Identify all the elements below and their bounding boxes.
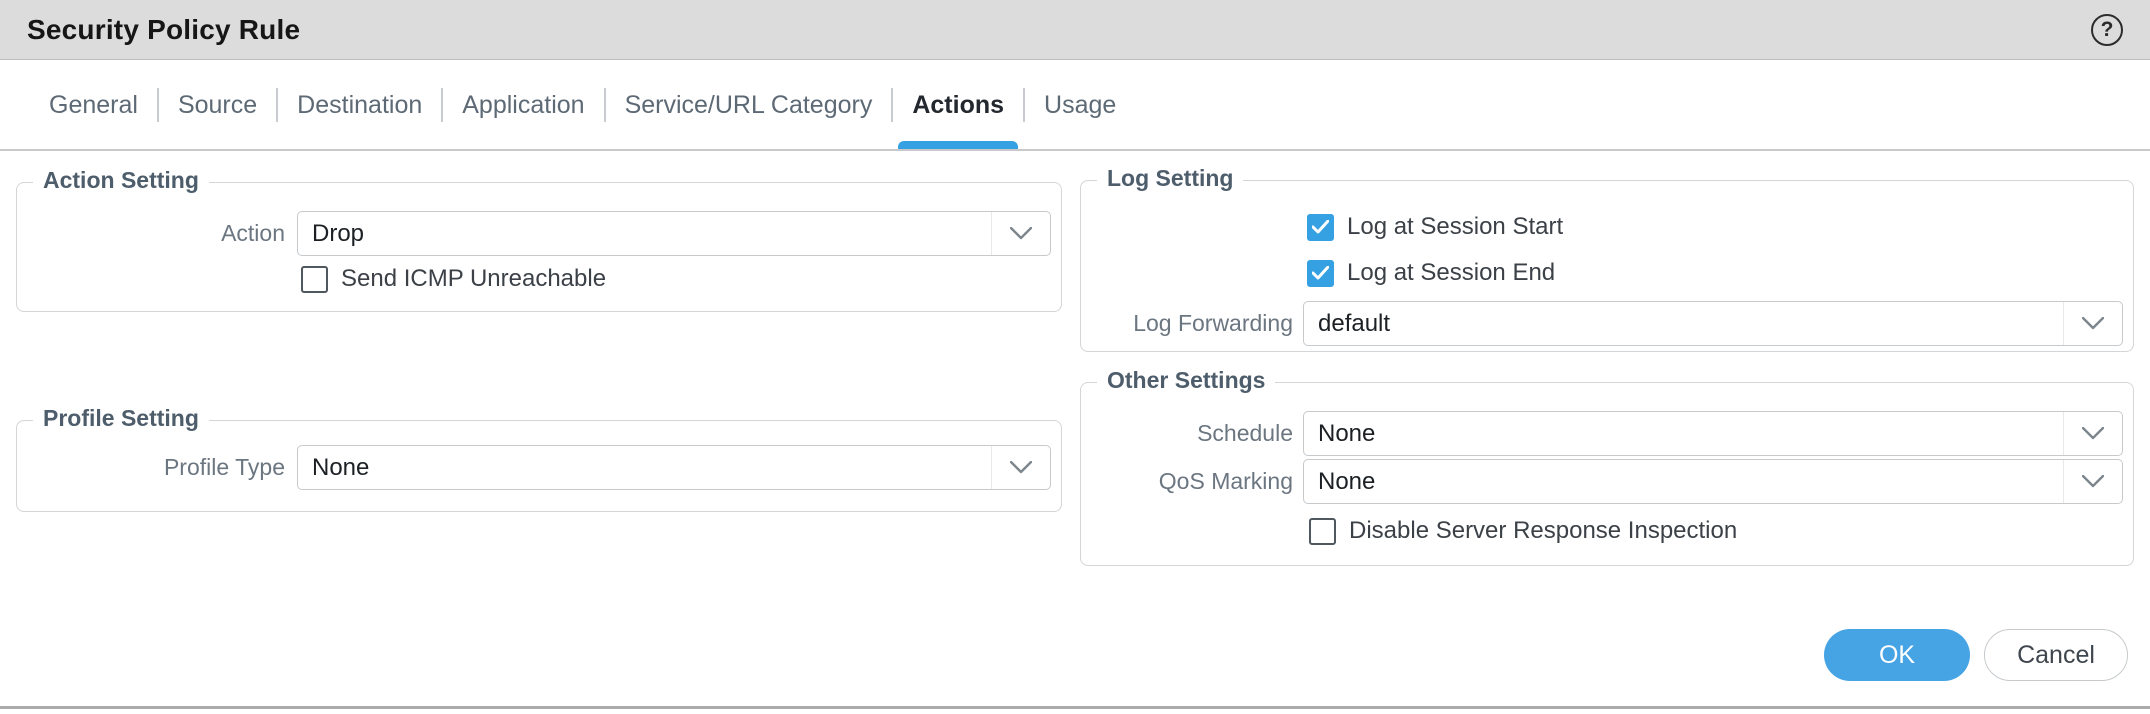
dialog-title: Security Policy Rule: [27, 14, 300, 46]
help-icon[interactable]: ?: [2091, 14, 2123, 46]
log-session-start-checkbox[interactable]: Log at Session Start: [1307, 213, 1563, 241]
tab-bar: General Source Destination Application S…: [0, 61, 2150, 151]
log-forwarding-label: Log Forwarding: [1081, 301, 1293, 346]
log-session-end-label: Log at Session End: [1347, 259, 1555, 287]
send-icmp-checkbox[interactable]: Send ICMP Unreachable: [301, 265, 606, 293]
checkbox-box: [1309, 518, 1336, 545]
tab-label: Service/URL Category: [625, 91, 873, 120]
tab-label: Source: [178, 91, 257, 120]
qos-marking-label: QoS Marking: [1081, 459, 1293, 504]
tab-application[interactable]: Application: [456, 61, 590, 149]
other-settings-section: Other Settings Schedule None QoS Marking…: [1080, 382, 2134, 566]
tab-label: General: [49, 91, 138, 120]
dialog-titlebar: Security Policy Rule ?: [0, 0, 2150, 60]
tab-separator: [157, 88, 159, 122]
action-setting-section: Action Setting Action Drop Send ICMP Unr…: [16, 182, 1062, 312]
active-tab-underline: [898, 141, 1018, 149]
action-label: Action: [17, 211, 285, 256]
dialog-bottom-border: [0, 706, 2150, 709]
ok-button[interactable]: OK: [1824, 629, 1970, 681]
send-icmp-label: Send ICMP Unreachable: [341, 265, 606, 293]
tab-general[interactable]: General: [43, 61, 144, 149]
tab-service-url-category[interactable]: Service/URL Category: [619, 61, 879, 149]
qos-marking-value: None: [1318, 468, 1375, 496]
action-dropdown[interactable]: Drop: [297, 211, 1051, 256]
section-legend: Action Setting: [33, 167, 209, 194]
tab-separator: [441, 88, 443, 122]
tab-separator: [1023, 88, 1025, 122]
tab-usage[interactable]: Usage: [1038, 61, 1122, 149]
log-session-start-label: Log at Session Start: [1347, 213, 1563, 241]
log-forwarding-value: default: [1318, 310, 1390, 338]
tab-source[interactable]: Source: [172, 61, 263, 149]
tab-separator: [604, 88, 606, 122]
schedule-label: Schedule: [1081, 411, 1293, 456]
tab-destination[interactable]: Destination: [291, 61, 428, 149]
checkbox-box: [301, 266, 328, 293]
chevron-down-icon: [2063, 302, 2122, 345]
log-setting-section: Log Setting Log at Session Start Log at …: [1080, 180, 2134, 352]
section-legend: Profile Setting: [33, 405, 209, 432]
profile-setting-section: Profile Setting Profile Type None: [16, 420, 1062, 512]
disable-server-response-inspection-checkbox[interactable]: Disable Server Response Inspection: [1309, 517, 1737, 545]
chevron-down-icon: [991, 446, 1050, 489]
tab-actions[interactable]: Actions: [906, 61, 1010, 149]
qos-marking-dropdown[interactable]: None: [1303, 459, 2123, 504]
schedule-value: None: [1318, 420, 1375, 448]
section-legend: Other Settings: [1097, 367, 1275, 394]
tab-label: Actions: [912, 91, 1004, 120]
section-legend: Log Setting: [1097, 165, 1243, 192]
tab-label: Usage: [1044, 91, 1116, 120]
tab-separator: [276, 88, 278, 122]
log-session-end-checkbox[interactable]: Log at Session End: [1307, 259, 1555, 287]
schedule-dropdown[interactable]: None: [1303, 411, 2123, 456]
tab-separator: [891, 88, 893, 122]
check-icon: [1312, 220, 1329, 234]
checkbox-box: [1307, 214, 1334, 241]
profile-type-dropdown[interactable]: None: [297, 445, 1051, 490]
tab-label: Destination: [297, 91, 422, 120]
chevron-down-icon: [991, 212, 1050, 255]
disable-server-response-inspection-label: Disable Server Response Inspection: [1349, 517, 1737, 545]
check-icon: [1312, 266, 1329, 280]
action-dropdown-value: Drop: [312, 220, 364, 248]
tab-label: Application: [462, 91, 584, 120]
profile-type-value: None: [312, 454, 369, 482]
checkbox-box: [1307, 260, 1334, 287]
cancel-button[interactable]: Cancel: [1984, 629, 2128, 681]
profile-type-label: Profile Type: [17, 445, 285, 490]
chevron-down-icon: [2063, 460, 2122, 503]
log-forwarding-dropdown[interactable]: default: [1303, 301, 2123, 346]
chevron-down-icon: [2063, 412, 2122, 455]
